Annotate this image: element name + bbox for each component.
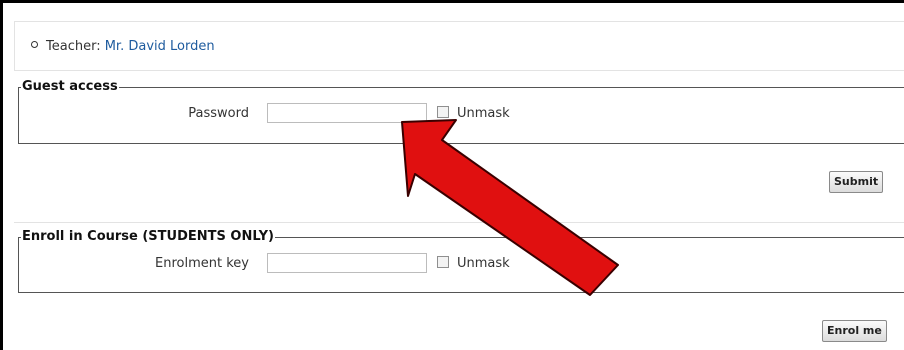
guest-access-fieldset: Guest access Password Unmask <box>18 79 904 144</box>
password-label: Password <box>188 106 249 121</box>
enrol-me-button[interactable]: Enrol me <box>822 320 887 342</box>
guest-access-legend: Guest access <box>21 79 119 94</box>
password-input[interactable] <box>267 103 427 123</box>
teacher-label: Teacher: <box>46 39 105 54</box>
teacher-item: Teacher: Mr. David Lorden <box>31 39 215 54</box>
unmask-checkbox[interactable] <box>437 106 449 118</box>
teacher-name-link[interactable]: Mr. David Lorden <box>105 39 215 54</box>
enrol-fieldset: Enroll in Course (STUDENTS ONLY) Enrolme… <box>18 229 904 293</box>
course-contacts-box: Teacher: Mr. David Lorden <box>14 21 904 71</box>
submit-button[interactable]: Submit <box>829 171 884 193</box>
section-divider <box>14 222 904 223</box>
enrolment-key-label: Enrolment key <box>155 256 249 271</box>
enrol-legend: Enroll in Course (STUDENTS ONLY) <box>21 229 275 244</box>
bullet-icon <box>31 41 38 48</box>
unmask-label: Unmask <box>457 106 510 121</box>
unmask-checkbox[interactable] <box>437 256 449 268</box>
enrolment-key-input[interactable] <box>267 253 427 273</box>
unmask-label: Unmask <box>457 256 510 271</box>
